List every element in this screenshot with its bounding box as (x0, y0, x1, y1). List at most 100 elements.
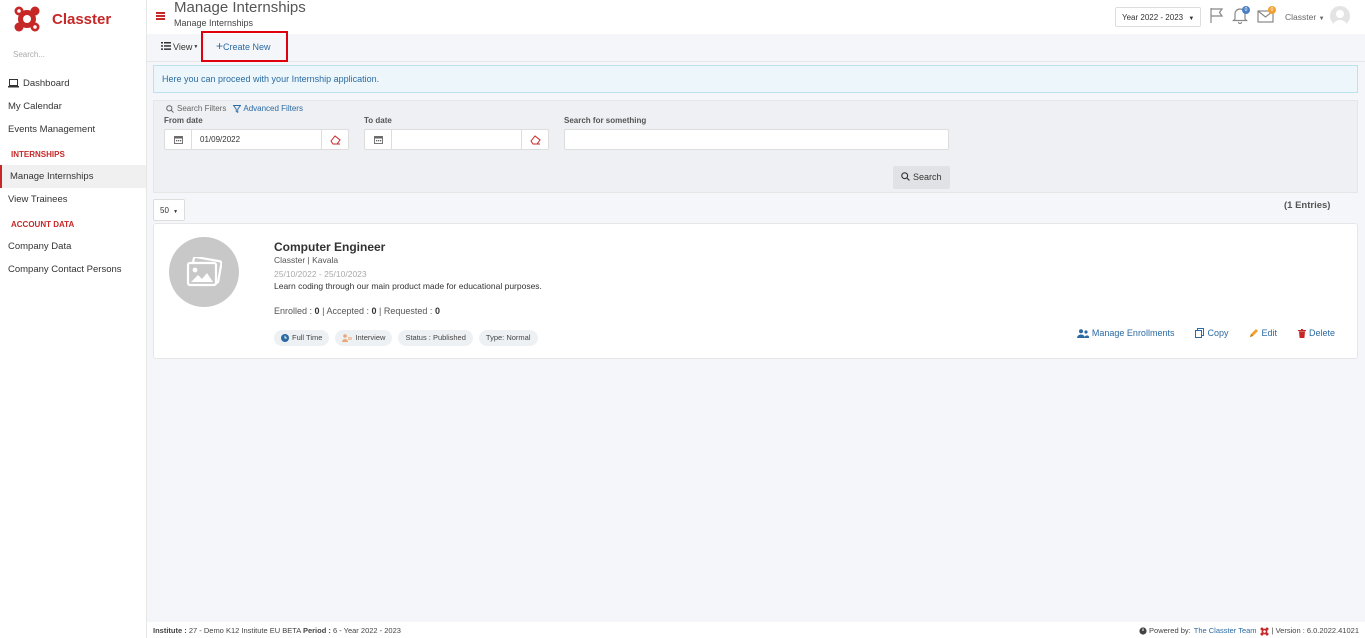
sidebar-item-label: View Trainees (8, 194, 68, 205)
from-date-field[interactable]: 01/09/2022 (164, 129, 349, 150)
flag-icon[interactable] (1209, 7, 1225, 26)
classter-team-link[interactable]: The Classter Team (1194, 622, 1257, 638)
image-placeholder-icon (169, 237, 239, 307)
tag-label: Interview (355, 333, 386, 342)
powered-by-label: Powered by: (1149, 626, 1191, 635)
tab-advanced-filters-label: Advanced Filters (243, 104, 303, 113)
search-button[interactable]: Search (893, 166, 950, 189)
tag-interview: Interview (335, 330, 393, 346)
tag-full-time: Full Time (274, 330, 330, 346)
sidebar-item-label: Events Management (8, 124, 96, 135)
sidebar-item-manage-internships[interactable]: Manage Internships (0, 165, 146, 188)
sidebar-item-label: Dashboard (23, 78, 70, 89)
filter-tabs: Search Filters Advanced Filters (166, 104, 303, 113)
sidebar-item-view-trainees[interactable]: View Trainees (0, 188, 146, 211)
enrolled-count: 0 (314, 306, 320, 316)
notifications-bell-icon[interactable]: 0 (1232, 6, 1250, 26)
top-bar: Manage Internships Manage Internships Ye… (147, 0, 1365, 34)
classter-logo-icon (13, 5, 41, 33)
chevron-down-icon: ▼ (1188, 16, 1195, 22)
eraser-icon[interactable] (521, 130, 548, 149)
caret-down-icon: ▼ (1318, 16, 1325, 22)
create-new-button[interactable]: +Create New (201, 31, 288, 62)
year-select[interactable]: Year 2022 - 2023 ▼ (1115, 7, 1201, 27)
sidebar-section-account-data: ACCOUNT DATA (11, 220, 75, 229)
search-text-label: Search for something (564, 116, 647, 125)
tag-label: Full Time (292, 333, 323, 342)
filter-icon (233, 104, 242, 113)
sidebar-item-company-data[interactable]: Company Data (0, 235, 146, 258)
enrollment-stats: Enrolled : 0 | Accepted : 0 | Requested … (274, 306, 440, 316)
copy-button[interactable]: Copy (1195, 328, 1228, 338)
internship-description: Learn coding through our main product ma… (274, 281, 542, 291)
classter-logo[interactable]: Classter (13, 5, 111, 33)
eraser-icon[interactable] (321, 130, 348, 149)
period-value: 6 - Year 2022 - 2023 (332, 626, 401, 635)
delete-button[interactable]: Delete (1297, 328, 1335, 338)
app-name: Classter (52, 10, 112, 28)
sidebar-search-input[interactable]: Search... (13, 50, 45, 59)
page-size-select[interactable]: 50 ▼ (153, 199, 185, 221)
manage-enrollments-label: Manage Enrollments (1091, 328, 1175, 338)
breadcrumb: Manage Internships (174, 18, 254, 28)
card-actions: Manage Enrollments Copy Edit Delete (1056, 328, 1335, 338)
tag-label: Status : Published (405, 333, 466, 342)
to-date-value[interactable] (392, 130, 521, 149)
calendar-icon[interactable] (365, 130, 392, 149)
copy-icon (1195, 328, 1205, 338)
tab-advanced-filters[interactable]: Advanced Filters (233, 104, 303, 113)
internship-title[interactable]: Computer Engineer (274, 240, 385, 254)
interview-icon (342, 334, 353, 342)
requested-count: 0 (434, 306, 440, 316)
sidebar-item-company-contact-persons[interactable]: Company Contact Persons (0, 258, 146, 281)
menu-toggle-icon[interactable] (156, 12, 165, 20)
search-button-label: Search (912, 172, 942, 182)
sidebar: Classter Search... Dashboard My Calendar… (0, 0, 147, 638)
tag-label: Type: Normal (485, 333, 531, 342)
version-text: | Version : 6.0.2022.41021 (1271, 626, 1359, 635)
clock-icon (281, 334, 289, 342)
sidebar-item-label: My Calendar (8, 101, 62, 112)
edit-button[interactable]: Edit (1249, 328, 1277, 338)
search-filters-panel: Search Filters Advanced Filters From dat… (153, 100, 1358, 193)
caret-down-icon: ▼ (193, 44, 199, 50)
search-icon (901, 172, 913, 182)
internship-organization: Classter | Kavala (274, 255, 339, 265)
sidebar-item-events-management[interactable]: Events Management (0, 118, 146, 141)
plus-icon: + (216, 39, 224, 53)
calendar-icon[interactable] (165, 130, 192, 149)
classter-logo-icon (1260, 626, 1269, 636)
enrolled-label: Enrolled : (274, 306, 313, 316)
footer-institute-info: Institute : 27 - Demo K12 Institute EU B… (153, 622, 401, 638)
internship-card: Computer Engineer Classter | Kavala 25/1… (153, 223, 1358, 359)
accepted-count: 0 (371, 306, 377, 316)
sidebar-section-internships: INTERNSHIPS (11, 150, 65, 159)
footer-powered-by: Powered by: The Classter Team | Version … (1139, 622, 1359, 638)
period-label: Period : (302, 626, 331, 635)
from-date-value[interactable]: 01/09/2022 (192, 130, 321, 149)
sidebar-item-label: Company Contact Persons (8, 264, 122, 275)
user-menu[interactable]: Classter ▼ (1285, 12, 1325, 22)
sidebar-item-dashboard[interactable]: Dashboard (0, 72, 146, 95)
messages-envelope-icon[interactable]: 0 (1257, 6, 1276, 26)
notifications-badge: 0 (1242, 6, 1250, 14)
delete-label: Delete (1308, 328, 1335, 338)
search-text-input[interactable] (564, 129, 949, 150)
tab-search-filters[interactable]: Search Filters (166, 104, 226, 113)
sidebar-item-my-calendar[interactable]: My Calendar (0, 95, 146, 118)
copy-label: Copy (1207, 328, 1229, 338)
page-title: Manage Internships (174, 0, 306, 16)
to-date-field[interactable] (364, 129, 549, 150)
from-date-label: From date (164, 116, 203, 125)
toolbar: View ▼ +Create New (147, 31, 1365, 62)
institute-label: Institute : (153, 626, 187, 635)
search-icon (166, 104, 174, 113)
accepted-label: Accepted : (326, 306, 369, 316)
view-dropdown-button[interactable]: View ▼ (161, 42, 198, 52)
pencil-icon (1250, 328, 1259, 337)
manage-enrollments-button[interactable]: Manage Enrollments (1076, 328, 1175, 338)
sidebar-nav: Dashboard My Calendar Events Management … (0, 72, 146, 281)
requested-label: Requested : (383, 306, 433, 316)
messages-badge: 0 (1268, 6, 1276, 14)
avatar[interactable] (1330, 6, 1350, 26)
